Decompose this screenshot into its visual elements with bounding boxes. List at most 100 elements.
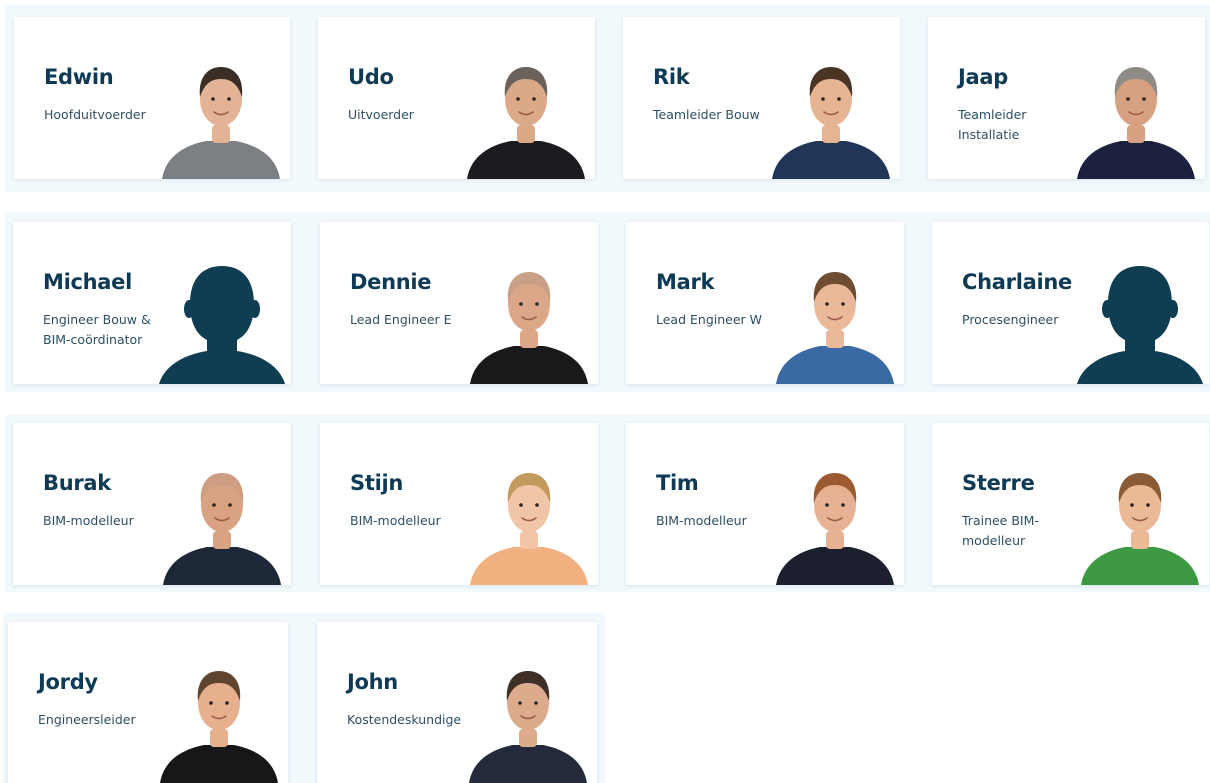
portrait-eye [841, 302, 845, 306]
team-member-photo [770, 455, 900, 585]
silhouette-ear [1168, 300, 1178, 318]
portrait-shoulders [776, 547, 894, 585]
portrait-eye [212, 503, 216, 507]
portrait-shoulders [160, 745, 278, 783]
team-card-dennie[interactable]: Dennie Lead Engineer E [320, 222, 598, 384]
team-member-role: BIM-modelleur [350, 513, 441, 528]
portrait-eye [821, 97, 825, 101]
team-member-photo [154, 653, 284, 783]
team-card-jaap[interactable]: Jaap Teamleider Installatie [928, 17, 1205, 179]
portrait-shoulders [470, 547, 588, 585]
team-member-photo [770, 254, 900, 384]
team-member-role: Hoofduitvoerder [44, 107, 146, 122]
team-member-photo [461, 49, 591, 179]
team-member-role: Teamleider Bouw [653, 107, 760, 122]
portrait-eye [534, 701, 538, 705]
portrait-eye [519, 503, 523, 507]
portrait-eye [841, 503, 845, 507]
portrait-shoulders [162, 141, 280, 179]
portrait-neck [520, 330, 538, 348]
team-member-role: Engineersleider [38, 712, 136, 727]
team-member-photo [464, 254, 594, 384]
team-member-photo [1075, 254, 1205, 384]
team-member-role: BIM-modelleur [656, 513, 747, 528]
portrait-eye [516, 97, 520, 101]
team-card-tim[interactable]: Tim BIM-modelleur [626, 423, 904, 585]
portrait-eye [225, 701, 229, 705]
silhouette-ear [184, 300, 194, 318]
team-member-photo [157, 254, 287, 384]
person-silhouette-icon [159, 266, 285, 384]
portrait-shoulders [772, 141, 890, 179]
portrait-eye [825, 302, 829, 306]
team-member-photo [463, 653, 593, 783]
portrait-neck [212, 125, 230, 143]
portrait-shoulders [1081, 547, 1199, 585]
team-member-name: Rik [653, 65, 690, 89]
team-card-charlaine[interactable]: Charlaine Procesengineer [932, 222, 1209, 384]
team-member-name: Mark [656, 270, 715, 294]
team-member-name: Jordy [38, 670, 98, 694]
team-card-stijn[interactable]: Stijn BIM-modelleur [320, 423, 598, 585]
team-member-role: Kostendeskundige [347, 712, 462, 727]
team-member-name: Jaap [958, 65, 1008, 89]
portrait-eye [518, 701, 522, 705]
team-member-photo [1071, 49, 1201, 179]
team-card-burak[interactable]: Burak BIM-modelleur [13, 423, 291, 585]
team-member-role: Teamleider Installatie [958, 107, 1027, 142]
portrait-neck [517, 125, 535, 143]
team-member-name: Dennie [350, 270, 432, 294]
silhouette-ear [250, 300, 260, 318]
portrait-shoulders [163, 547, 281, 585]
portrait-eye [209, 701, 213, 705]
team-member-photo [766, 49, 896, 179]
team-member-name: Charlaine [962, 270, 1072, 294]
portrait-neck [1131, 531, 1149, 549]
team-card-sterre[interactable]: Sterre Trainee BIM-modelleur [932, 423, 1209, 585]
team-member-name: Burak [43, 471, 111, 495]
portrait-eye [1146, 503, 1150, 507]
team-overview: Edwin Hoofduitvoerder Udo Uitvoerder Rik… [0, 0, 1210, 783]
team-card-edwin[interactable]: Edwin Hoofduitvoerder [14, 17, 290, 179]
team-member-role: Engineer Bouw & BIM-coördinator [43, 312, 151, 347]
portrait-eye [825, 503, 829, 507]
team-member-name: Udo [348, 65, 394, 89]
portrait-shoulders [469, 745, 587, 783]
team-card-udo[interactable]: Udo Uitvoerder [318, 17, 595, 179]
portrait-eye [535, 503, 539, 507]
portrait-neck [520, 531, 538, 549]
team-card-rik[interactable]: Rik Teamleider Bouw [623, 17, 900, 179]
team-member-photo [157, 455, 287, 585]
team-card-michael[interactable]: Michael Engineer Bouw & BIM-coördinator [13, 222, 291, 384]
team-member-role: Lead Engineer E [350, 312, 452, 327]
portrait-neck [826, 330, 844, 348]
portrait-neck [822, 125, 840, 143]
silhouette-ear [1102, 300, 1112, 318]
team-member-name: Michael [43, 270, 133, 294]
portrait-eye [211, 97, 215, 101]
team-member-role: BIM-modelleur [43, 513, 134, 528]
team-member-role: Procesengineer [962, 312, 1059, 327]
team-card-mark[interactable]: Mark Lead Engineer W [626, 222, 904, 384]
team-card-john[interactable]: John Kostendeskundige [317, 622, 597, 783]
portrait-eye [227, 97, 231, 101]
team-member-role: Uitvoerder [348, 107, 414, 122]
team-member-name: Tim [656, 471, 699, 495]
portrait-eye [1142, 97, 1146, 101]
portrait-eye [837, 97, 841, 101]
team-member-name: Edwin [44, 65, 114, 89]
portrait-eye [1130, 503, 1134, 507]
portrait-eye [519, 302, 523, 306]
team-member-photo [1075, 455, 1205, 585]
portrait-neck [210, 729, 228, 747]
portrait-shoulders [467, 141, 585, 179]
portrait-eye [228, 503, 232, 507]
portrait-neck [519, 729, 537, 747]
team-member-role: Lead Engineer W [656, 312, 763, 327]
portrait-shoulders [1077, 141, 1195, 179]
portrait-eye [532, 97, 536, 101]
team-member-name: John [347, 670, 398, 694]
portrait-shoulders [470, 346, 588, 384]
team-card-jordy[interactable]: Jordy Engineersleider [8, 622, 288, 783]
team-member-photo [464, 455, 594, 585]
